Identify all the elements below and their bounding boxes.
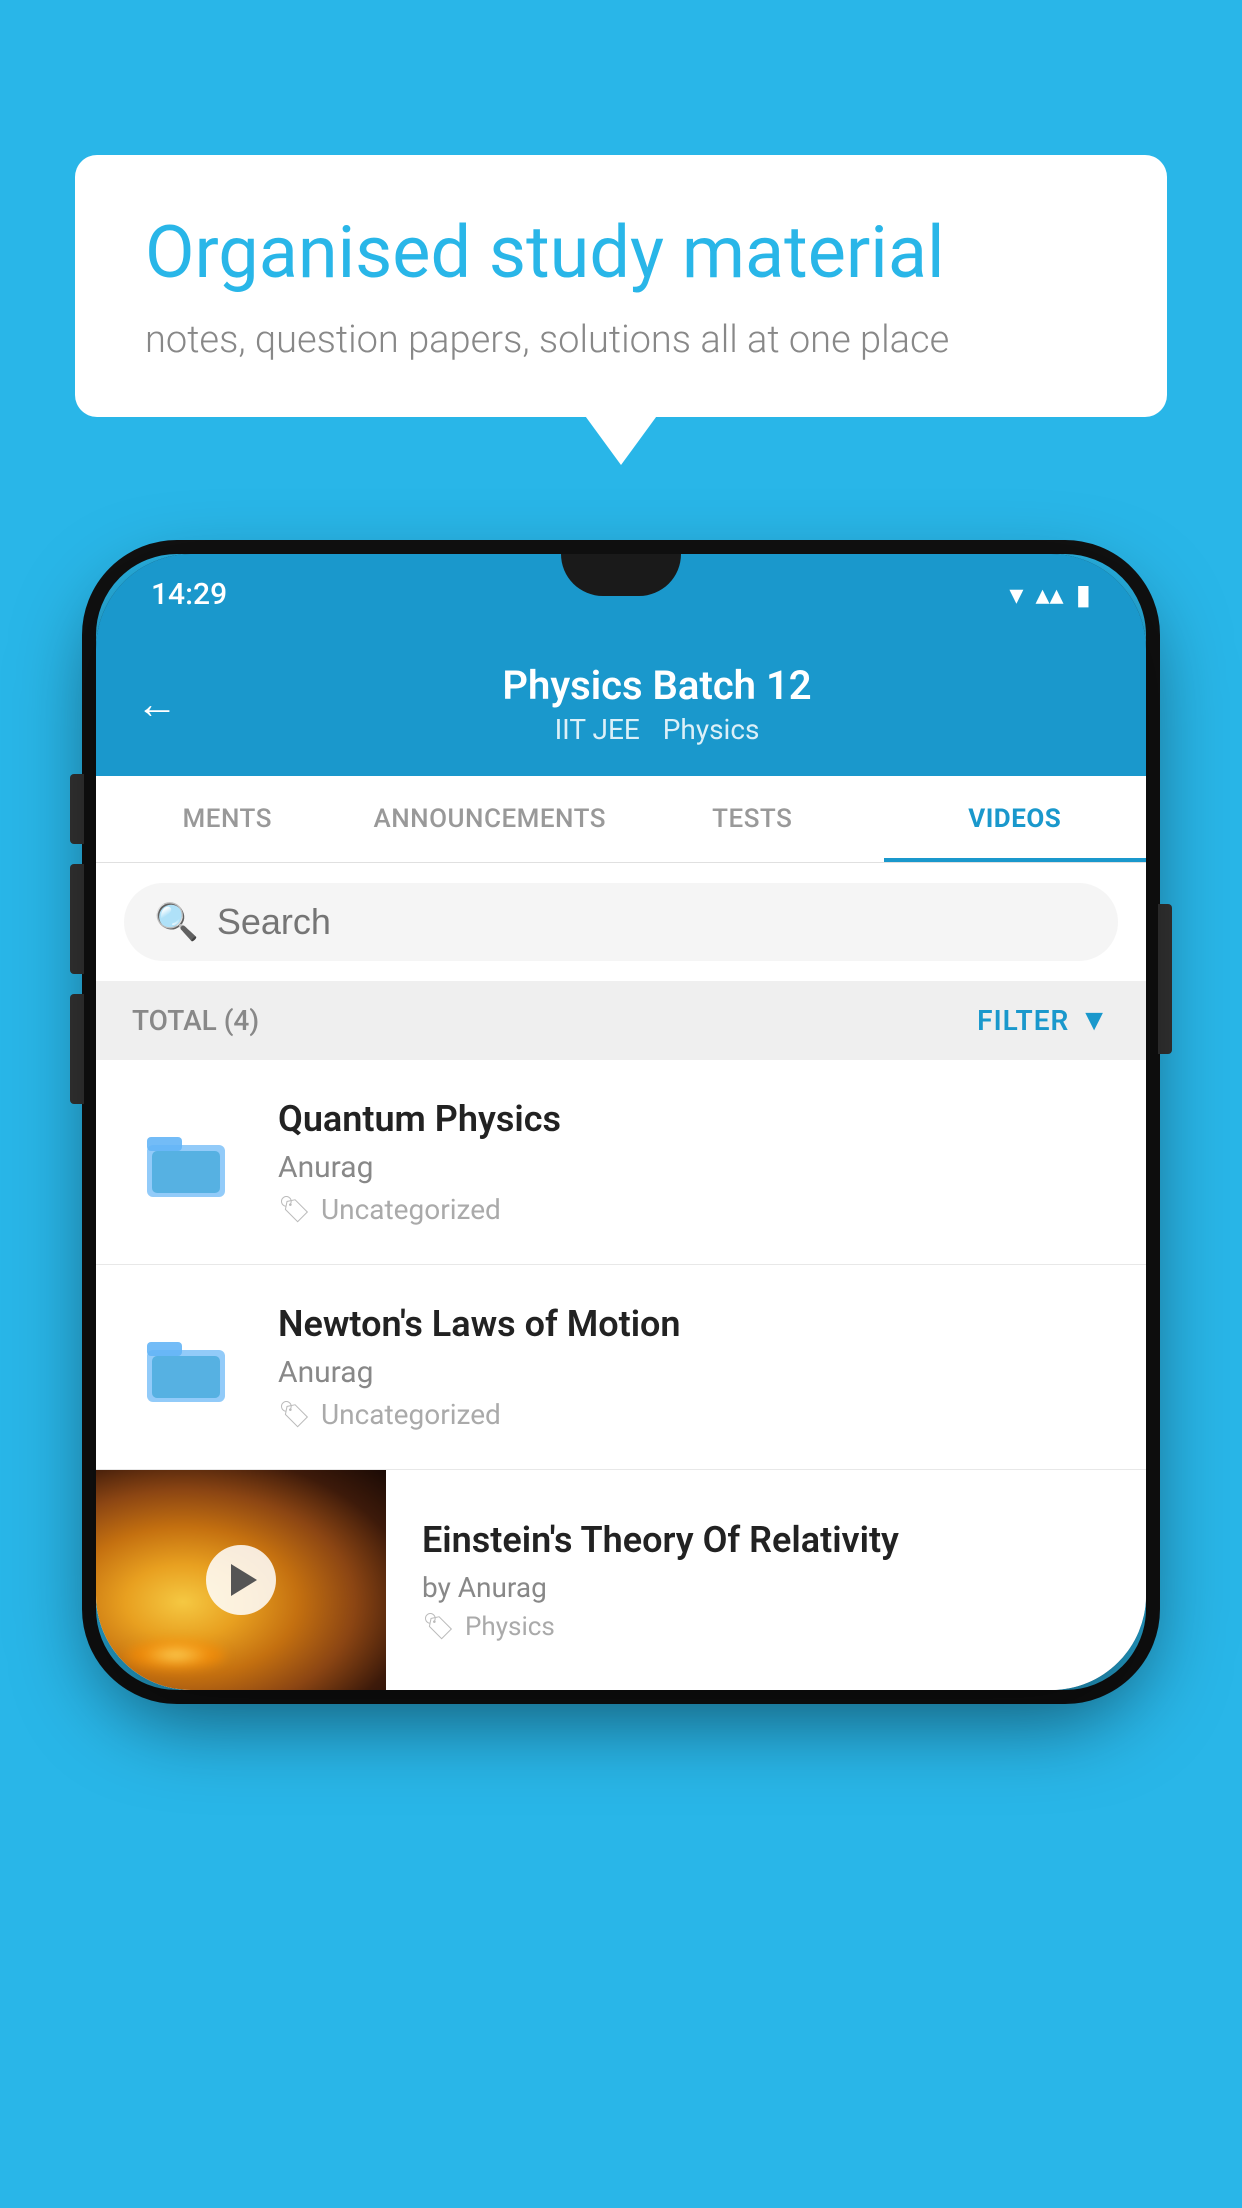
side-button-power — [1158, 904, 1172, 1054]
tabs-bar: MENTS ANNOUNCEMENTS TESTS VIDEOS — [96, 776, 1146, 863]
notch — [561, 554, 681, 596]
filter-bar: TOTAL (4) FILTER ▼ — [96, 981, 1146, 1060]
battery-icon: ▮ — [1076, 578, 1091, 611]
phone-wrapper: 14:29 ▾ ▴▴ ▮ ← Physics Batch 12 IIT JEE … — [82, 540, 1160, 2208]
search-input[interactable] — [217, 901, 1088, 943]
side-button-vol-down — [70, 994, 84, 1104]
video-tag: 🏷 Uncategorized — [278, 1398, 1110, 1431]
tag-label: Uncategorized — [321, 1193, 501, 1226]
tab-announcements[interactable]: ANNOUNCEMENTS — [359, 776, 622, 862]
video-info-newton: Newton's Laws of Motion Anurag 🏷 Uncateg… — [278, 1303, 1110, 1431]
status-bar: 14:29 ▾ ▴▴ ▮ — [96, 554, 1146, 634]
tag-label: Uncategorized — [321, 1398, 501, 1431]
wifi-icon: ▾ — [1009, 578, 1023, 611]
total-count: TOTAL (4) — [132, 1004, 259, 1037]
thumb-glow — [126, 1640, 226, 1670]
tag-icon: 🏷 — [278, 1195, 311, 1225]
app-bar: ← Physics Batch 12 IIT JEE Physics — [96, 634, 1146, 776]
search-bar: 🔍 — [96, 863, 1146, 981]
tag-icon: 🏷 — [278, 1400, 311, 1430]
tab-videos[interactable]: VIDEOS — [884, 776, 1147, 862]
tag-icon: 🏷 — [422, 1612, 455, 1642]
tab-ments[interactable]: MENTS — [96, 776, 359, 862]
list-item[interactable]: Newton's Laws of Motion Anurag 🏷 Uncateg… — [96, 1265, 1146, 1470]
filter-button[interactable]: FILTER ▼ — [977, 1003, 1110, 1038]
side-button-vol-up — [70, 864, 84, 974]
status-icons: ▾ ▴▴ ▮ — [1009, 578, 1091, 611]
speech-bubble-subtext: notes, question papers, solutions all at… — [145, 318, 1097, 362]
subtitle-physics: Physics — [663, 713, 760, 746]
tab-tests[interactable]: TESTS — [621, 776, 884, 862]
phone: 14:29 ▾ ▴▴ ▮ ← Physics Batch 12 IIT JEE … — [96, 554, 1146, 1690]
list-item[interactable]: Einstein's Theory Of Relativity by Anura… — [96, 1470, 1146, 1690]
list-item[interactable]: Quantum Physics Anurag 🏷 Uncategorized — [96, 1060, 1146, 1265]
video-list: Quantum Physics Anurag 🏷 Uncategorized — [96, 1060, 1146, 1690]
video-info-einstein: Einstein's Theory Of Relativity by Anura… — [386, 1487, 1146, 1674]
video-tag: 🏷 Physics — [422, 1612, 1110, 1642]
video-title: Newton's Laws of Motion — [278, 1303, 1110, 1345]
filter-label: FILTER — [977, 1004, 1069, 1037]
app-title: Physics Batch 12 — [208, 662, 1106, 709]
phone-border: 14:29 ▾ ▴▴ ▮ ← Physics Batch 12 IIT JEE … — [82, 540, 1160, 1704]
play-button-icon[interactable] — [206, 1545, 276, 1615]
search-input-wrapper[interactable]: 🔍 — [124, 883, 1118, 961]
side-button-vol-toggle — [70, 774, 84, 844]
back-button[interactable]: ← — [136, 680, 178, 729]
video-thumbnail-quantum — [132, 1107, 242, 1217]
video-author: Anurag — [278, 1150, 1110, 1185]
speech-bubble: Organised study material notes, question… — [75, 155, 1167, 417]
speech-bubble-heading: Organised study material — [145, 210, 1097, 296]
signal-icon: ▴▴ — [1035, 578, 1063, 611]
tag-label: Physics — [465, 1612, 555, 1642]
video-thumbnail-newton — [132, 1312, 242, 1422]
subtitle-iitjee: IIT JEE — [555, 713, 640, 746]
app-bar-title: Physics Batch 12 IIT JEE Physics — [208, 662, 1106, 746]
video-info-quantum: Quantum Physics Anurag 🏷 Uncategorized — [278, 1098, 1110, 1226]
video-tag: 🏷 Uncategorized — [278, 1193, 1110, 1226]
status-time: 14:29 — [151, 577, 227, 612]
search-icon: 🔍 — [154, 901, 199, 943]
video-author: by Anurag — [422, 1571, 1110, 1604]
video-title: Quantum Physics — [278, 1098, 1110, 1140]
video-author: Anurag — [278, 1355, 1110, 1390]
app-subtitle: IIT JEE Physics — [208, 713, 1106, 746]
speech-bubble-container: Organised study material notes, question… — [75, 155, 1167, 417]
video-thumbnail-einstein — [96, 1470, 386, 1690]
filter-funnel-icon: ▼ — [1079, 1003, 1110, 1038]
video-title: Einstein's Theory Of Relativity — [422, 1519, 1110, 1561]
